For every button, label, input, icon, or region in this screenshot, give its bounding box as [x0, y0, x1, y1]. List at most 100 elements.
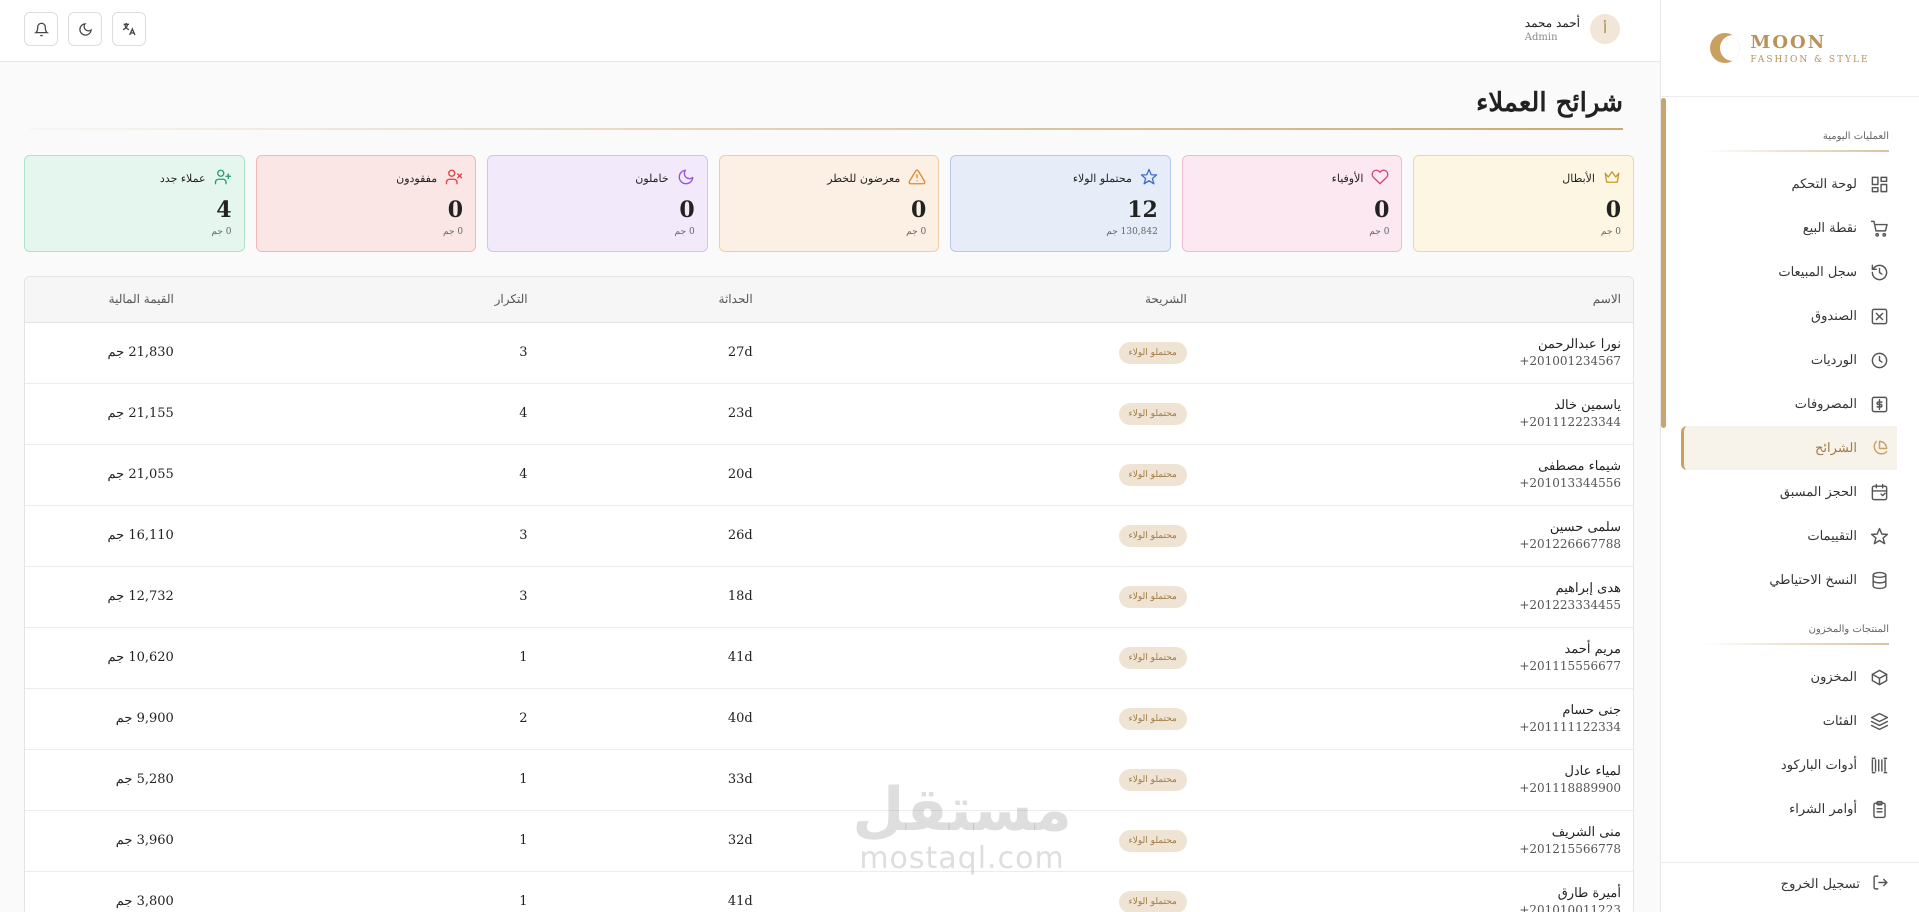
theme-toggle-button[interactable]: [68, 12, 102, 46]
cell-recency: 27d: [539, 322, 765, 384]
segment-card[interactable]: الأوفياء 0 0 جم: [1181, 155, 1403, 252]
sidebar-item-star[interactable]: التقييمات: [1661, 514, 1919, 558]
customer-name: منى الشريف: [1551, 825, 1621, 840]
segment-badge: محتملو الولاء: [1118, 524, 1187, 547]
moon-icon: [677, 168, 695, 189]
cell-frequency: 1: [185, 871, 540, 912]
cell-segment: محتملو الولاء: [764, 322, 1199, 384]
table-row[interactable]: منى الشريف +201215566778 محتملو الولاء 32d 1…: [25, 810, 1633, 872]
sidebar-item-barcode[interactable]: أدوات الباركود: [1661, 743, 1919, 787]
notification-icon: [33, 22, 49, 36]
star-icon: [1140, 168, 1158, 189]
card-value: 4: [216, 197, 232, 223]
cell-frequency: 4: [185, 444, 540, 506]
cell-name: شيماء مصطفى +201013344556: [1198, 444, 1633, 506]
monetary-value: 9,900 جم: [115, 711, 174, 726]
user-name: أحمد محمد: [1524, 15, 1580, 30]
card-value: 12: [1127, 197, 1158, 223]
heart-icon: [1371, 168, 1389, 189]
cell-monetary: 16,110 جم: [25, 505, 186, 567]
sidebar-item-calendar[interactable]: الحجز المسبق: [1661, 470, 1919, 514]
table-row[interactable]: سلمى حسين +201226667788 محتملو الولاء 26d 3 1…: [25, 505, 1633, 567]
card-value: 0: [910, 197, 927, 223]
notification-button[interactable]: [24, 12, 58, 46]
sidebar-item-dollar[interactable]: المصروفات: [1661, 382, 1919, 426]
cell-name: هدى إبراهيم +201223334455: [1198, 566, 1633, 628]
sidebar-item-clock[interactable]: الورديات: [1661, 338, 1919, 382]
recency-value: 40d: [727, 711, 753, 726]
sidebar-item-label: سجل المبيعات: [1778, 264, 1857, 280]
cell-frequency: 1: [185, 810, 540, 872]
clipboard-icon: [1869, 799, 1889, 819]
sidebar-item-dashboard[interactable]: لوحة التحكم: [1661, 162, 1919, 206]
table-row[interactable]: لمياء عادل +201118889900 محتملو الولاء 33d 1…: [25, 749, 1633, 811]
sidebar-item-cashbox[interactable]: الصندوق: [1661, 294, 1919, 338]
sidebar-item-label: المخزون: [1810, 669, 1857, 685]
sidebar-item-label: الفئات: [1822, 713, 1857, 729]
table-row[interactable]: مريم أحمد +201115556677 محتملو الولاء 41d 1 1…: [25, 627, 1633, 689]
watermark-english: mostaql.com: [859, 841, 1065, 876]
cell-monetary: 21,155 جم: [25, 383, 186, 445]
moon-logo-icon: [1710, 33, 1741, 63]
table-row[interactable]: جنى حسام +201111122334 محتملو الولاء 40d 2 9,…: [25, 688, 1633, 750]
table-row[interactable]: شيماء مصطفى +201013344556 محتملو الولاء 20d…: [25, 444, 1633, 506]
cell-recency: 41d: [539, 627, 765, 689]
sidebar: MOON FASHION & STYLE العمليات اليومية لو…: [1660, 0, 1919, 912]
frequency-value: 1: [519, 894, 528, 909]
dashboard-icon: [1869, 174, 1889, 194]
segment-badge: محتملو الولاء: [1118, 463, 1187, 486]
language-button[interactable]: [112, 12, 146, 46]
sidebar-item-box[interactable]: المخزون: [1661, 655, 1919, 699]
customer-phone: +201223334455: [1519, 598, 1621, 612]
cashbox-icon: [1869, 306, 1889, 326]
pie-chart-icon: [1869, 438, 1889, 458]
segment-card[interactable]: محتملو الولاء 12 130,842 جم: [950, 155, 1171, 252]
star-icon: [1869, 526, 1889, 546]
card-subtotal: 0 جم: [211, 227, 232, 237]
recency-value: 26d: [727, 528, 753, 543]
segment-card[interactable]: مفقودون 0 0 جم: [255, 155, 477, 252]
layers-icon: [1869, 711, 1889, 731]
history-icon: [1869, 262, 1889, 282]
sidebar-item-database[interactable]: النسخ الاحتياطي: [1661, 558, 1919, 602]
monetary-value: 10,620 جم: [107, 650, 174, 665]
cell-segment: محتملو الولاء: [764, 871, 1199, 912]
segment-badge: محتملو الولاء: [1118, 585, 1187, 608]
sidebar-item-clipboard[interactable]: أوامر الشراء: [1661, 787, 1919, 831]
sidebar-item-pie-chart[interactable]: الشرائح: [1681, 426, 1897, 470]
sidebar-item-label: الشرائح: [1815, 440, 1857, 456]
card-value: 0: [1605, 197, 1621, 223]
cell-monetary: 9,900 جم: [25, 688, 186, 750]
table-row[interactable]: ياسمين خالد +201112223344 محتملو الولاء 23d…: [25, 383, 1633, 445]
sidebar-scrollbar[interactable]: [1661, 98, 1666, 428]
card-label: خاملون: [635, 172, 669, 185]
cell-segment: محتملو الولاء: [764, 688, 1199, 750]
cell-name: لمياء عادل +201118889900: [1198, 749, 1633, 811]
segment-card[interactable]: عملاء جدد 4 0 جم: [23, 155, 245, 252]
segment-card[interactable]: الأبطال 0 0 جم: [1413, 155, 1634, 252]
frequency-value: 3: [519, 528, 528, 543]
card-value: 0: [679, 197, 695, 223]
logout-button[interactable]: تسجيل الخروج: [1661, 862, 1919, 906]
sidebar-item-cart[interactable]: نقطة البيع: [1661, 206, 1919, 250]
cell-monetary: 21,830 جم: [25, 322, 186, 384]
cell-name: ياسمين خالد +201112223344: [1198, 383, 1633, 445]
sidebar-item-layers[interactable]: الفئات: [1661, 699, 1919, 743]
card-subtotal: 130,842 جم: [1106, 227, 1158, 237]
customer-phone: +201112223344: [1519, 415, 1621, 429]
cell-name: أميرة طارق +201010011223: [1198, 871, 1633, 912]
sidebar-item-history[interactable]: سجل المبيعات: [1661, 250, 1919, 294]
card-label: الأبطال: [1562, 172, 1595, 185]
table-row[interactable]: هدى إبراهيم +201223334455 محتملو الولاء 18d…: [25, 566, 1633, 628]
user-profile[interactable]: أ أحمد محمد Admin: [1525, 14, 1620, 44]
table-row[interactable]: أميرة طارق +201010011223 محتملو الولاء 41d 1…: [25, 871, 1633, 912]
logo[interactable]: MOON FASHION & STYLE: [1661, 0, 1919, 97]
segment-card[interactable]: خاملون 0 0 جم: [487, 155, 708, 252]
segment-card[interactable]: معرضون للخطر 0 0 جم: [718, 155, 940, 252]
monetary-value: 3,960 جم: [115, 833, 174, 848]
logo-subtitle: FASHION & STYLE: [1750, 54, 1870, 65]
table-row[interactable]: نورا عبدالرحمن +201001234567 محتملو الولاء…: [25, 322, 1633, 384]
cell-monetary: 12,732 جم: [25, 566, 186, 628]
dollar-icon: [1869, 394, 1889, 414]
box-icon: [1869, 667, 1889, 687]
